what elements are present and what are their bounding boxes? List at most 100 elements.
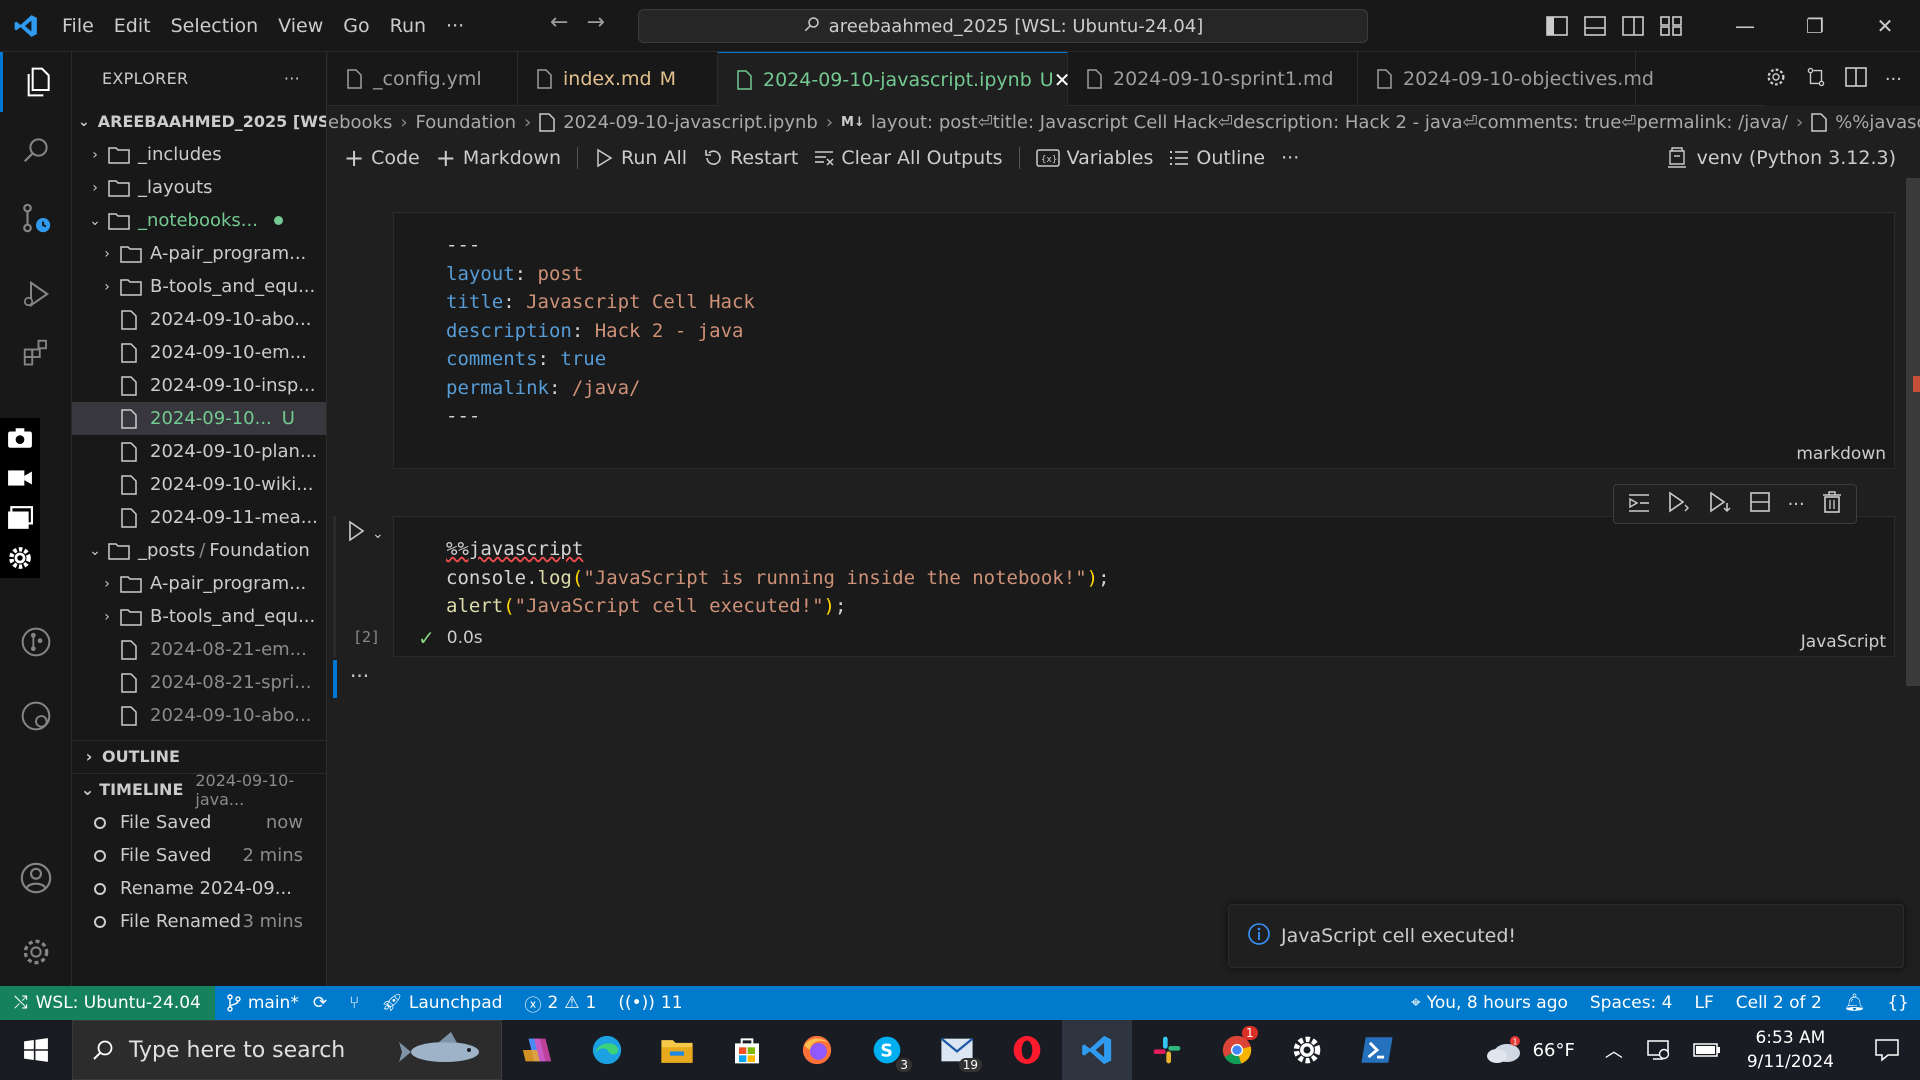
back-arrow-icon[interactable]: ←: [550, 10, 568, 35]
settings-app-icon[interactable]: [1272, 1020, 1342, 1080]
menu-item[interactable]: View: [268, 15, 333, 37]
run-options-chevron-icon[interactable]: ⌄: [372, 526, 384, 542]
git-blame[interactable]: ⌖ You, 8 hours ago: [1400, 993, 1579, 1013]
indentation[interactable]: Spaces: 4: [1579, 993, 1684, 1013]
capture-settings-gear-icon[interactable]: [0, 538, 40, 578]
battery-icon[interactable]: [1693, 1042, 1721, 1058]
settings-gear-icon[interactable]: [1765, 66, 1787, 93]
menu-item[interactable]: ···: [436, 15, 474, 37]
file-explorer-icon[interactable]: [642, 1020, 712, 1080]
chrome-icon[interactable]: 1: [1202, 1020, 1272, 1080]
tree-file[interactable]: 2024-09-10-abo...: [72, 303, 326, 336]
code-cell-source[interactable]: %%javascript console.log("JavaScript is r…: [446, 535, 1110, 621]
end-of-line[interactable]: LF: [1684, 993, 1725, 1013]
open-changes-icon[interactable]: [1805, 66, 1827, 93]
split-cell-icon[interactable]: [1749, 491, 1771, 518]
tree-folder[interactable]: ⌄ _notebooks...: [72, 204, 326, 237]
tree-folder[interactable]: › B-tools_and_equ...: [72, 600, 326, 633]
tree-file[interactable]: 2024-09-10-abo...: [72, 699, 326, 732]
close-window-icon[interactable]: ✕: [1850, 14, 1920, 38]
breadcrumb-markdown-cell[interactable]: layout: post⏎title: Javascript Cell Hack…: [871, 112, 1788, 133]
notification-toast[interactable]: JavaScript cell executed!: [1228, 904, 1904, 968]
extensions-icon[interactable]: [0, 322, 72, 382]
manage-gear-icon[interactable]: [0, 922, 72, 982]
git-branch[interactable]: main* ⟳: [215, 993, 338, 1013]
timeline-entry[interactable]: File Saved now: [72, 806, 326, 839]
editor-tab[interactable]: 2024-09-10-sprint1.md: [1068, 52, 1358, 106]
toggle-secondary-sidebar-icon[interactable]: [1614, 16, 1652, 36]
microsoft-store-icon[interactable]: [712, 1020, 782, 1080]
outline-section[interactable]: › OUTLINE: [72, 740, 326, 772]
execute-cell-and-below-icon[interactable]: [1667, 490, 1691, 518]
breadcrumb-code-cell[interactable]: %%javascript: [1835, 112, 1920, 133]
timeline-entry[interactable]: File Saved 2 mins: [72, 839, 326, 872]
opera-icon[interactable]: [992, 1020, 1062, 1080]
vscode-taskbar-icon[interactable]: [1062, 1020, 1132, 1080]
cell-language-label[interactable]: markdown: [1796, 444, 1886, 464]
remote-indicator[interactable]: ⤭ WSL: Ubuntu-24.04: [0, 986, 215, 1020]
customize-layout-icon[interactable]: [1652, 16, 1690, 36]
notifications-bell[interactable]: 🔔︎: [1833, 993, 1877, 1013]
window-capture-icon[interactable]: [0, 498, 40, 538]
restart-button[interactable]: Restart: [703, 147, 798, 169]
action-center-icon[interactable]: [1854, 1038, 1920, 1062]
timeline-entry[interactable]: Rename 2024-09...: [72, 872, 326, 905]
execute-above-icon[interactable]: [1628, 492, 1650, 517]
outline-button[interactable]: Outline: [1169, 147, 1265, 169]
editor-tab[interactable]: index.md M: [518, 52, 718, 106]
language-status[interactable]: {}: [1876, 993, 1920, 1013]
minimize-icon[interactable]: —: [1710, 14, 1780, 38]
run-all-button[interactable]: Run All: [594, 147, 687, 169]
weather-cloud-icon[interactable]: 1: [1485, 1035, 1523, 1065]
toggle-panel-icon[interactable]: [1576, 16, 1614, 36]
tree-file[interactable]: 2024-09-10-wiki...: [72, 468, 326, 501]
clear-all-outputs-button[interactable]: Clear All Outputs: [814, 147, 1003, 169]
output-more-button[interactable]: ···: [350, 664, 369, 688]
variables-button[interactable]: {x} Variables: [1035, 147, 1153, 169]
restore-icon[interactable]: ❐: [1780, 14, 1850, 38]
tree-file[interactable]: 2024-09-10-em...: [72, 336, 326, 369]
tree-file[interactable]: 2024-08-21-spri...: [72, 666, 326, 699]
tree-file[interactable]: 2024-09-10-insp...: [72, 369, 326, 402]
powershell-icon[interactable]: [1342, 1020, 1412, 1080]
command-center[interactable]: areebaahmed_2025 [WSL: Ubuntu-24.04]: [638, 9, 1368, 43]
run-cell-icon[interactable]: [346, 520, 366, 547]
breadcrumb-item[interactable]: ebooks: [328, 112, 392, 133]
explorer-more-icon[interactable]: ···: [284, 69, 300, 88]
tree-folder[interactable]: › A-pair_program...: [72, 237, 326, 270]
markdown-cell[interactable]: --- layout: post title: Javascript Cell Ha…: [393, 212, 1895, 469]
editor-tab[interactable]: 2024-09-10-objectives.md: [1358, 52, 1654, 106]
timeline-section[interactable]: ⌄ TIMELINE 2024-09-10-java...: [72, 771, 326, 809]
run-debug-icon[interactable]: [0, 264, 72, 324]
remote-explorer-icon[interactable]: [0, 686, 72, 746]
kernel-picker[interactable]: venv (Python 3.12.3): [1667, 140, 1896, 176]
workspace-root[interactable]: ⌄ AREEBAAHMED_2025 [WS...: [72, 105, 326, 138]
taskbar-clock[interactable]: 6:53 AM 9/11/2024: [1727, 1026, 1854, 1074]
tree-folder[interactable]: › _includes: [72, 138, 326, 171]
menu-item[interactable]: Go: [333, 15, 379, 37]
mail-icon[interactable]: 19: [922, 1020, 992, 1080]
add-markdown-cell-button[interactable]: + Markdown: [436, 144, 561, 172]
cell-language-label[interactable]: JavaScript: [1801, 632, 1886, 652]
tree-file[interactable]: 2024-09-11-mea...: [72, 501, 326, 534]
search-view-icon[interactable]: [0, 120, 72, 180]
forward-arrow-icon[interactable]: →: [586, 10, 604, 35]
toolbar-more-button[interactable]: ···: [1281, 147, 1299, 169]
tree-folder[interactable]: › A-pair_program...: [72, 567, 326, 600]
tree-folder[interactable]: › _layouts: [72, 171, 326, 204]
copilot-app-icon[interactable]: [502, 1020, 572, 1080]
menu-item[interactable]: Run: [380, 15, 436, 37]
tree-file[interactable]: 2024-09-10-plan...: [72, 435, 326, 468]
breadcrumb-item[interactable]: Foundation: [416, 112, 516, 133]
skype-icon[interactable]: S3: [852, 1020, 922, 1080]
tree-file[interactable]: 2024-09-10... U: [72, 402, 326, 435]
camera-icon[interactable]: [0, 418, 40, 458]
breadcrumb-item[interactable]: 2024-09-10-javascript.ipynb: [563, 112, 818, 133]
tree-file[interactable]: 2024-08-21-em...: [72, 633, 326, 666]
git-graph-status[interactable]: ⑂: [338, 993, 370, 1013]
display-icon[interactable]: [1647, 1039, 1671, 1061]
code-cell[interactable]: %%javascript console.log("JavaScript is r…: [393, 516, 1895, 657]
menu-item[interactable]: File: [52, 15, 104, 37]
editor-tab[interactable]: _config.yml: [328, 52, 518, 106]
launchpad[interactable]: 🚀︎ Launchpad: [370, 993, 513, 1013]
